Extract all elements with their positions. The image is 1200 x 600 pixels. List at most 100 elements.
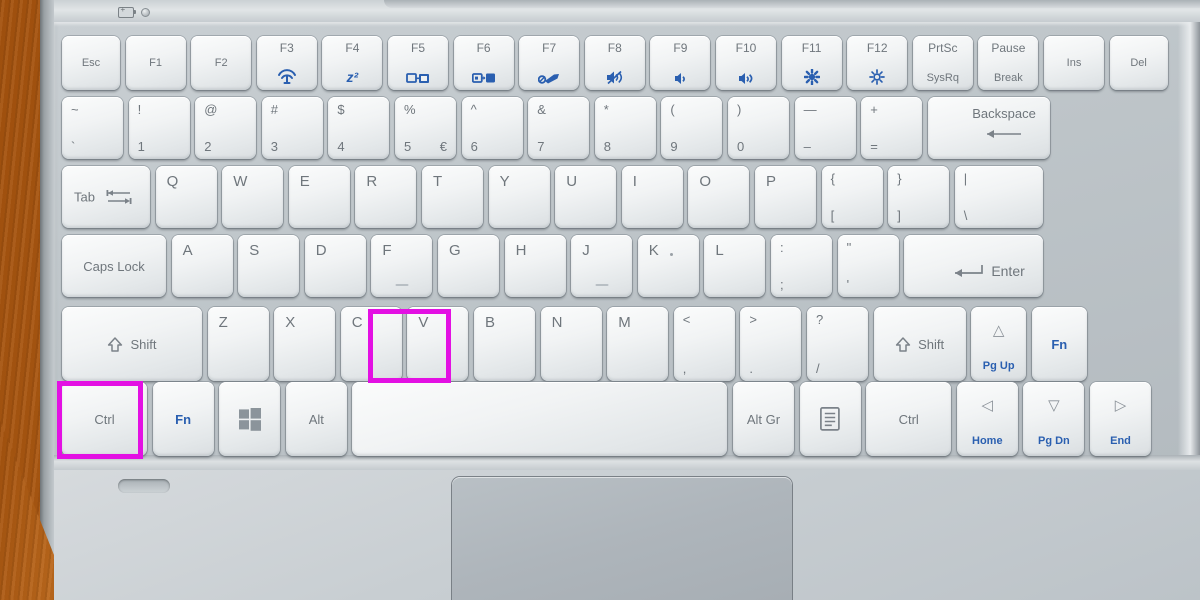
key-l[interactable]: L: [704, 235, 766, 297]
key-h[interactable]: H: [504, 235, 566, 297]
key-left[interactable]: ◁ Home: [956, 382, 1018, 456]
key-minus[interactable]: — –: [794, 97, 856, 159]
key-label: F7: [542, 41, 557, 55]
key-o[interactable]: O: [688, 166, 750, 228]
key-e[interactable]: E: [288, 166, 350, 228]
key-w[interactable]: W: [222, 166, 284, 228]
key-equal[interactable]: + =: [861, 97, 923, 159]
key-label-lower: 6: [470, 139, 478, 154]
key-zero[interactable]: ) 0: [728, 97, 789, 159]
key-f12[interactable]: F12: [847, 36, 908, 90]
key-s[interactable]: S: [238, 235, 300, 297]
trackpad[interactable]: [452, 477, 792, 600]
key-label: F11: [801, 41, 822, 55]
key-j[interactable]: J: [571, 235, 633, 297]
key-d[interactable]: D: [304, 235, 366, 297]
key-t[interactable]: T: [422, 166, 483, 228]
key-b[interactable]: B: [474, 307, 535, 381]
key-n[interactable]: N: [540, 307, 602, 381]
key-label-upper: :: [780, 240, 784, 255]
key-four[interactable]: $4: [328, 97, 390, 159]
key-period[interactable]: >.: [740, 307, 802, 381]
key-eight[interactable]: * 8: [594, 97, 656, 159]
key-label: Y: [499, 173, 510, 190]
key-rshift[interactable]: Shift: [873, 307, 966, 381]
key-two[interactable]: @2: [195, 97, 257, 159]
key-f2[interactable]: F2: [191, 36, 252, 90]
key-v[interactable]: V: [407, 307, 469, 381]
key-label-upper: }: [897, 171, 902, 186]
key-ins[interactable]: Ins: [1044, 36, 1104, 90]
key-f5[interactable]: F5: [388, 36, 448, 90]
key-label: F5: [410, 41, 425, 55]
key-label-upper: $: [337, 102, 345, 117]
key-y[interactable]: Y: [488, 166, 550, 228]
key-f[interactable]: F: [371, 235, 433, 297]
key-del[interactable]: Del: [1109, 36, 1168, 90]
key-prtsc[interactable]: PrtSc SysRq: [912, 36, 973, 90]
key-f4[interactable]: F4 z²: [322, 36, 383, 90]
key-f3[interactable]: F3: [256, 36, 317, 90]
key-label-secondary: Pg Dn: [1038, 435, 1070, 447]
key-rfn[interactable]: Fn: [1031, 307, 1087, 381]
key-capslock[interactable]: Caps Lock: [62, 235, 166, 297]
key-label-upper: <: [682, 312, 691, 327]
key-lbracket[interactable]: {[: [821, 166, 883, 228]
key-five[interactable]: % 5 €: [395, 97, 456, 159]
key-semicolon[interactable]: :;: [771, 235, 832, 297]
key-pause[interactable]: Pause Break: [978, 36, 1039, 90]
key-menu[interactable]: [799, 382, 861, 456]
key-alt[interactable]: Alt: [285, 382, 347, 456]
key-r[interactable]: R: [355, 166, 417, 228]
key-z[interactable]: Z: [207, 307, 269, 381]
key-f6[interactable]: F6: [453, 36, 514, 90]
key-x[interactable]: X: [274, 307, 336, 381]
key-f11[interactable]: F11: [781, 36, 842, 90]
key-i[interactable]: I: [621, 166, 683, 228]
key-c[interactable]: C: [340, 307, 402, 381]
key-label: T: [433, 173, 443, 190]
key-backspace[interactable]: Backspace: [927, 97, 1050, 159]
key-tab[interactable]: Tab: [62, 166, 150, 228]
key-win[interactable]: [219, 382, 281, 456]
key-a[interactable]: A: [171, 235, 233, 297]
key-f7[interactable]: F7: [519, 36, 580, 90]
key-right[interactable]: ▷ End: [1090, 382, 1151, 456]
key-esc[interactable]: Esc: [62, 36, 120, 90]
key-seven[interactable]: & 7: [528, 97, 590, 159]
key-lfn[interactable]: Fn: [152, 382, 214, 456]
key-g[interactable]: G: [438, 235, 499, 297]
key-quote[interactable]: " ': [837, 235, 899, 297]
key-k[interactable]: K: [637, 235, 699, 297]
key-label: Ins: [1066, 57, 1082, 69]
key-rctrl[interactable]: Ctrl: [866, 382, 952, 456]
key-one[interactable]: ! 1: [128, 97, 190, 159]
key-slash[interactable]: ? /: [807, 307, 868, 381]
key-f1[interactable]: F1: [125, 36, 186, 90]
key-m[interactable]: M: [607, 307, 669, 381]
key-label-secondary: Pg Up: [982, 360, 1015, 372]
key-nine[interactable]: (9: [661, 97, 723, 159]
key-pgup[interactable]: △ Pg Up: [971, 307, 1027, 381]
key-backslash[interactable]: | \: [954, 166, 1043, 228]
key-enter[interactable]: Enter: [904, 235, 1043, 297]
key-lctrl[interactable]: Ctrl: [62, 382, 147, 456]
key-lshift[interactable]: Shift: [62, 307, 202, 381]
key-f8[interactable]: F8: [584, 36, 645, 90]
key-space[interactable]: [352, 382, 728, 456]
key-label: Alt: [308, 411, 324, 427]
key-q[interactable]: Q: [155, 166, 217, 228]
key-f9[interactable]: F9: [650, 36, 711, 90]
key-three[interactable]: #3: [261, 97, 323, 159]
key-down[interactable]: ▽ Pg Dn: [1023, 382, 1085, 456]
key-p[interactable]: P: [755, 166, 816, 228]
key-label-upper: +: [870, 102, 878, 117]
key-u[interactable]: U: [555, 166, 617, 228]
key-tilde[interactable]: ~ `: [62, 97, 123, 159]
key-altgr[interactable]: Alt Gr: [733, 382, 794, 456]
context-menu-icon: [820, 407, 840, 431]
key-comma[interactable]: <,: [673, 307, 735, 381]
key-rbracket[interactable]: }]: [888, 166, 950, 228]
key-six[interactable]: ^ 6: [461, 97, 523, 159]
key-f10[interactable]: F10: [716, 36, 776, 90]
